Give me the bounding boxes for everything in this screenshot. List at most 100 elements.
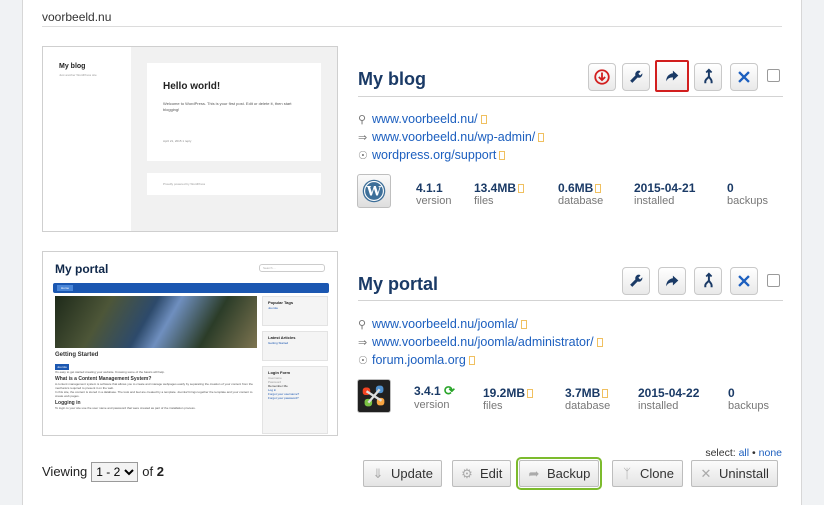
stat-files: 19.2MB files [483,386,534,412]
external-link-icon [468,356,475,365]
link-row: ⇒ www.voorbeeld.nu/wp-admin/ [358,128,545,146]
thumb-forgot-password: Forgot your password? [268,396,299,400]
external-link-icon [596,338,603,347]
page-range-select[interactable]: 1 - 2 [91,462,139,482]
uninstall-button[interactable] [730,63,758,91]
external-link-icon [602,389,609,398]
external-link-icon [499,151,506,160]
support-url-link[interactable]: forum.joomla.org [372,353,466,367]
thumb-module-title: Popular Tags [268,300,294,305]
backups-label: backups [727,195,768,207]
database-label: database [565,400,611,412]
site-title[interactable]: My portal [358,274,438,295]
bulk-uninstall-button[interactable]: ✕ Uninstall [691,460,778,487]
thumb-post-body: Welcome to WordPress. This is your first… [163,101,292,112]
thumb-module-title: Latest Articles [268,335,296,340]
wrench-icon [630,274,643,287]
stat-database: 0.6MB database [558,181,603,207]
files-value: 19.2MB [483,386,526,400]
site-url-link[interactable]: www.voorbeeld.nu/ [372,112,478,126]
clone-button[interactable] [694,63,722,91]
support-url-link[interactable]: wordpress.org/support [372,148,496,162]
select-site-checkbox[interactable] [767,274,780,287]
joomla-logo-icon [357,379,391,413]
thumb-post: Hello world! Welcome to WordPress. This … [147,63,321,161]
select-all-link[interactable]: all [739,447,750,459]
stat-version: 4.1.1 version [416,181,451,207]
bulk-backup-button[interactable]: ➦ Backup [515,457,603,490]
site-thumbnail-portal[interactable]: My portal Search ... Home Getting Starte… [42,251,338,436]
thumb-paragraph-3: To login to your site use the user name … [55,406,196,410]
stat-version: 3.4.1 ⟳ version [414,383,455,411]
location-pin-icon: ⚲ [358,114,367,126]
thumb-module-title: Login Form [268,370,290,375]
button-label: Clone [640,466,674,481]
files-label: files [474,195,494,207]
thumb-site-title: My portal [55,262,109,276]
thumb-sidebar: My blog Just another WordPress site [43,47,131,231]
site-thumbnail-blog[interactable]: My blog Just another WordPress site Hell… [42,46,338,232]
thumb-hero-image [55,296,257,348]
bulk-edit-button[interactable]: ⚙ Edit [452,460,512,487]
installed-label: installed [634,195,675,207]
version-label: version [414,399,450,411]
share-arrow-icon [666,275,679,287]
bulk-clone-button[interactable]: ᛉ Clone [612,460,683,487]
stat-installed: 2015-04-21 installed [634,181,695,207]
fork-icon [704,68,713,84]
database-value: 0.6MB [558,181,594,195]
close-icon [738,275,750,287]
backup-button[interactable] [658,267,686,295]
thumb-search: Search ... [259,264,325,272]
admin-url-link[interactable]: www.voorbeeld.nu/wp-admin/ [372,130,535,144]
refresh-icon[interactable]: ⟳ [444,383,455,398]
edit-button[interactable] [622,267,650,295]
select-separator: • [752,447,756,459]
thumb-post-meta: April 21, 2015 1 reply [163,139,192,143]
divider [358,96,783,97]
share-arrow-icon [666,70,679,82]
button-label: Uninstall [719,466,769,481]
bulk-update-button[interactable]: ⇓ Update [363,460,442,487]
button-label: Backup [547,466,591,481]
backups-value: 0 [728,386,735,400]
select-label: select: [705,447,736,459]
thumb-module-tags: Popular Tags Joomla [262,296,328,326]
site-title[interactable]: My blog [358,69,426,90]
external-link-icon [480,115,487,124]
wordpress-logo-icon: W [357,174,391,208]
site-links: ⚲ www.voorbeeld.nu/joomla/ ⇒ www.voorbeeld… [358,315,603,369]
thumb-footer-text: Proudly powered by WordPress [163,182,206,186]
button-label: Update [391,466,433,481]
uninstall-button[interactable] [730,267,758,295]
backup-button[interactable] [655,60,689,92]
thumb-article-title: Getting Started [55,352,99,358]
thumb-module-login: Login Form Username Password Remember Me… [262,366,328,434]
site-url-link[interactable]: www.voorbeeld.nu/joomla/ [372,317,518,331]
update-button[interactable] [588,63,616,91]
stat-backups: 0 backups [728,386,769,412]
thumb-site-tagline: Just another WordPress site [59,73,97,77]
admin-url-link[interactable]: www.voorbeeld.nu/joomla/administrator/ [372,335,594,349]
external-link-icon [595,184,602,193]
divider [358,300,783,301]
installed-label: installed [638,400,679,412]
external-link-icon [520,320,527,329]
share-arrow-icon: ➦ [528,465,540,481]
edit-button[interactable] [622,63,650,91]
database-value: 3.7MB [565,386,601,400]
backups-label: backups [728,400,769,412]
clone-button[interactable] [694,267,722,295]
thumb-module-item: Joomla [268,306,278,310]
installed-value: 2015-04-22 [638,386,700,400]
link-row: ⚲ www.voorbeeld.nu/ [358,110,544,128]
thumb-nav: Home [53,283,329,293]
stat-database: 3.7MB database [565,386,610,412]
login-icon: ⇒ [358,337,368,349]
thumb-paragraph-2: In this site, the content is stored in a… [55,390,253,398]
thumb-intro: It's easy to get started creating your w… [55,370,165,374]
select-site-checkbox[interactable] [767,69,780,82]
thumb-site-title: My blog [59,63,86,70]
select-none-link[interactable]: none [759,447,782,459]
close-icon: ✕ [700,465,712,481]
